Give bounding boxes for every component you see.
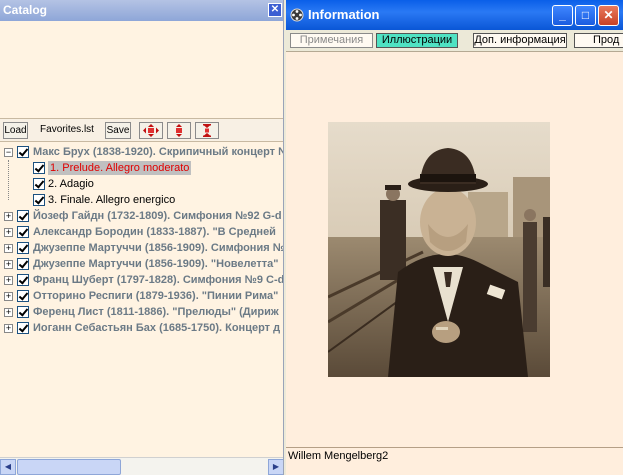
tree-item-label: Отторино Респиги (1879-1936). "Пинии Рим… [33, 290, 279, 302]
conductor-photo [328, 122, 550, 377]
information-title: Information [308, 7, 380, 22]
tree-track-item[interactable]: 3. Finale. Allegro energico [0, 192, 283, 208]
tree-item[interactable]: + Ференц Лист (1811-1886). "Прелюды" (Дир… [0, 304, 283, 320]
tree-item-label: Джузеппе Мартуччи (1856-1909). "Новелетт… [33, 258, 279, 270]
tab-more[interactable]: Прод [574, 33, 623, 48]
catalog-toolbar: Load Favorites.lst Save [0, 118, 283, 142]
tab-illustrations[interactable]: Иллюстрации [376, 33, 458, 48]
tree-item-label: Йозеф Гайдн (1732-1809). Симфония №92 G-… [33, 210, 282, 222]
tab-notes[interactable]: Примечания [290, 33, 373, 48]
tree-expander-icon[interactable]: + [4, 292, 13, 301]
tree-item-checkbox[interactable] [17, 306, 29, 318]
tree-item-checkbox[interactable] [17, 322, 29, 334]
info-tab-strip: Примечания Иллюстрации Доп. информация П… [286, 30, 623, 52]
film-reel-icon [290, 8, 304, 22]
move-updown-button[interactable] [167, 122, 191, 139]
tree-item-checkbox[interactable] [17, 274, 29, 286]
tree-item-label: Ференц Лист (1811-1886). "Прелюды" (Дири… [33, 306, 279, 318]
tree-item-checkbox[interactable] [17, 226, 29, 238]
catalog-title: Catalog [3, 3, 48, 17]
tree-item-checkbox[interactable] [17, 242, 29, 254]
tree-expander-icon[interactable]: + [4, 260, 13, 269]
playlist-file-name: Favorites.lst [40, 124, 94, 135]
catalog-close-button[interactable]: ✕ [268, 3, 282, 17]
tree-expander-icon[interactable]: + [4, 228, 13, 237]
tree-item-label: Макс Брух (1838-1920). Скрипичный концер… [33, 146, 284, 158]
track-checkbox[interactable] [33, 178, 45, 190]
close-button[interactable]: ✕ [598, 5, 619, 26]
tree-expander-icon[interactable]: + [4, 308, 13, 317]
save-button[interactable]: Save [105, 122, 131, 139]
caption-bar: Willem Mengelberg2 [286, 447, 623, 475]
minimize-button[interactable]: _ [552, 5, 573, 26]
tree-expander-icon[interactable]: + [4, 324, 13, 333]
track-label: 3. Finale. Allegro energico [48, 194, 176, 206]
scroll-left-arrow-icon[interactable]: ◀ [0, 459, 16, 475]
tree-item-label: Франц Шуберт (1797-1828). Симфония №9 C-… [33, 274, 284, 286]
tree-item-label: Александр Бородин (1833-1887). "В Средне… [33, 226, 276, 238]
track-label: 2. Adagio [48, 178, 94, 190]
tree-item-checkbox[interactable] [17, 146, 29, 158]
scrollbar-thumb[interactable] [17, 459, 121, 475]
collapse-icon [203, 124, 211, 137]
track-label: 1. Prelude. Allegro moderato [48, 161, 192, 175]
tree-expander-icon[interactable]: − [4, 148, 13, 157]
move-all-icon [143, 124, 159, 137]
information-window: Information _ □ ✕ Примечания Иллюстрации… [286, 0, 623, 475]
move-all-button[interactable] [139, 122, 163, 139]
catalog-pane: Catalog ✕ Load Favorites.lst Save − Макс… [0, 0, 284, 475]
tree-track-item[interactable]: 1. Prelude. Allegro moderato [0, 160, 283, 176]
tree-item[interactable]: + Джузеппе Мартуччи (1856-1909). "Новелет… [0, 256, 283, 272]
track-checkbox[interactable] [33, 162, 45, 174]
tab-additional-info[interactable]: Доп. информация [473, 33, 567, 48]
tree-item[interactable]: + Йозеф Гайдн (1732-1809). Симфония №92 G… [0, 208, 283, 224]
catalog-horizontal-scrollbar[interactable]: ◀ ▶ [0, 457, 283, 475]
tree-expander-icon[interactable]: + [4, 244, 13, 253]
catalog-titlebar: Catalog ✕ [0, 0, 283, 21]
tree-item[interactable]: + Франц Шуберт (1797-1828). Симфония №9 C… [0, 272, 284, 288]
tree-item[interactable]: − Макс Брух (1838-1920). Скрипичный конце… [0, 144, 284, 160]
tree-item-label: Иоганн Себастьян Бах (1685-1750). Концер… [33, 322, 281, 334]
move-updown-icon [176, 124, 182, 137]
tree-expander-icon[interactable]: + [4, 276, 13, 285]
track-checkbox[interactable] [33, 194, 45, 206]
tree-item[interactable]: + Джузеппе Мартуччи (1856-1909). Симфония… [0, 240, 284, 256]
scroll-right-arrow-icon[interactable]: ▶ [268, 459, 283, 475]
maximize-button[interactable]: □ [575, 5, 596, 26]
tree-item-checkbox[interactable] [17, 290, 29, 302]
tree-item-checkbox[interactable] [17, 210, 29, 222]
photo-caption: Willem Mengelberg2 [288, 450, 389, 462]
tree-item[interactable]: + Иоганн Себастьян Бах (1685-1750). Конце… [0, 320, 283, 336]
tree-expander-icon[interactable]: + [4, 212, 13, 221]
tree-track-item[interactable]: 2. Adagio [0, 176, 283, 192]
tree-item-label: Джузеппе Мартуччи (1856-1909). Симфония … [33, 242, 284, 254]
load-button[interactable]: Load [3, 122, 28, 139]
tree-item-checkbox[interactable] [17, 258, 29, 270]
catalog-tree: − Макс Брух (1838-1920). Скрипичный конце… [0, 144, 284, 336]
information-titlebar: Information _ □ ✕ [286, 0, 623, 30]
tree-item[interactable]: + Александр Бородин (1833-1887). "В Средн… [0, 224, 283, 240]
tree-item[interactable]: + Отторино Респиги (1879-1936). "Пинии Ри… [0, 288, 283, 304]
collapse-button[interactable] [195, 122, 219, 139]
